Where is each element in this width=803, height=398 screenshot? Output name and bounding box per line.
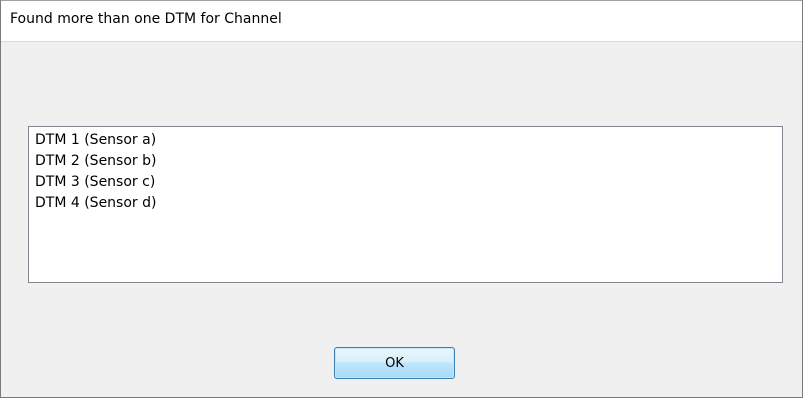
list-item-dtm-2[interactable]: DTM 2 (Sensor b)	[29, 151, 782, 172]
dialog-title: Found more than one DTM for Channel	[10, 11, 282, 27]
list-item-dtm-3[interactable]: DTM 3 (Sensor c)	[29, 172, 782, 193]
dtm-listbox[interactable]: DTM 1 (Sensor a) DTM 2 (Sensor b) DTM 3 …	[28, 126, 783, 283]
dtm-selection-dialog: Found more than one DTM for Channel DTM …	[0, 0, 803, 398]
ok-button[interactable]: OK	[334, 347, 455, 379]
title-bar: Found more than one DTM for Channel	[1, 1, 802, 42]
list-item-dtm-4[interactable]: DTM 4 (Sensor d)	[29, 193, 782, 214]
list-item-dtm-1[interactable]: DTM 1 (Sensor a)	[29, 130, 782, 151]
